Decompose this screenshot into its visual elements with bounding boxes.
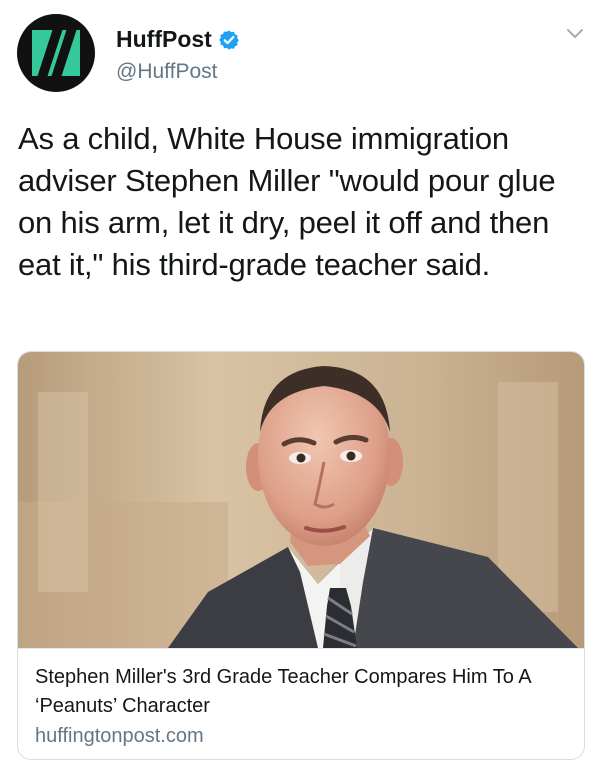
author-name-row[interactable]: HuffPost [116, 26, 240, 53]
author-handle[interactable]: @HuffPost [116, 60, 217, 84]
link-card-title[interactable]: Stephen Miller's 3rd Grade Teacher Compa… [35, 663, 570, 721]
author-display-name[interactable]: HuffPost [116, 26, 212, 53]
huffpost-logo-icon [32, 25, 80, 81]
link-card[interactable]: Stephen Miller's 3rd Grade Teacher Compa… [17, 351, 585, 760]
link-card-body[interactable]: Stephen Miller's 3rd Grade Teacher Compa… [18, 648, 584, 759]
tweet[interactable]: HuffPost @HuffPost As a child, White Hou… [0, 0, 602, 768]
verified-badge-icon [218, 29, 239, 50]
tweet-text: As a child, White House immigration advi… [18, 121, 556, 282]
avatar[interactable] [17, 14, 95, 92]
chevron-down-icon[interactable] [566, 28, 584, 40]
link-card-domain[interactable]: huffingtonpost.com [35, 725, 204, 748]
portrait-photo[interactable] [18, 352, 585, 648]
